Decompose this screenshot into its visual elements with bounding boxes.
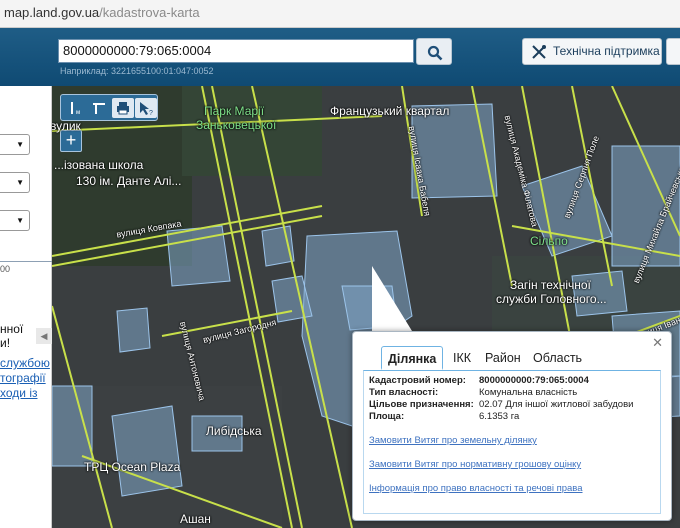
parcel-info-popup: ✕ Ділянка ІКК Район Область Кадастровий … — [352, 331, 672, 521]
select-region[interactable]: ▼ — [0, 134, 30, 155]
map-label: Ашан — [180, 512, 211, 526]
panel-toggle-button[interactable] — [666, 38, 680, 65]
sidebar-link[interactable]: ходи із — [0, 386, 37, 400]
support-button[interactable]: Технічна підтримка — [522, 38, 662, 65]
sidebar-value: 00 — [0, 264, 11, 274]
divider — [0, 261, 52, 262]
map-label: ...ізована школа — [54, 158, 144, 172]
map-label: Загін технічної — [510, 278, 591, 292]
ruler-tool-button[interactable]: м — [64, 98, 86, 118]
select-district[interactable]: ▼ — [0, 172, 30, 193]
print-button[interactable] — [112, 98, 134, 118]
order-extract-parcel-link[interactable]: Замовити Витяг про земельну ділянку — [369, 435, 537, 446]
sidebar-link[interactable]: службою — [0, 356, 50, 370]
close-icon[interactable]: ✕ — [652, 335, 663, 351]
map-label: Французький квартал — [330, 104, 450, 118]
ownership-info-link[interactable]: Інформація про право власності та речові… — [369, 483, 583, 494]
map-label: Сільпо — [530, 234, 568, 248]
sidebar-text: и! — [0, 336, 11, 350]
tab-parcel[interactable]: Ділянка — [381, 346, 444, 370]
print-icon — [117, 102, 129, 115]
search-icon — [427, 45, 443, 61]
ruler-icon: м — [71, 102, 80, 116]
order-extract-valuation-link[interactable]: Замовити Витяг про нормативну грошову оц… — [369, 459, 581, 470]
tools-icon — [532, 45, 546, 59]
search-button[interactable] — [416, 38, 452, 65]
chevron-down-icon: ▼ — [16, 140, 24, 149]
chevron-down-icon: ▼ — [16, 216, 24, 225]
select-locality[interactable]: ▼ — [0, 210, 30, 231]
map-label: 130 ім. Данте Алі... — [76, 174, 182, 188]
sidebar-text: нної — [0, 322, 24, 336]
url-text[interactable]: map.land.gov.ua/kadastrova-karta — [4, 5, 200, 20]
map-toolbar: м ? — [60, 94, 158, 121]
tab-ikk[interactable]: ІКК — [453, 346, 471, 370]
svg-text:м: м — [76, 110, 80, 116]
tab-region[interactable]: Область — [533, 346, 582, 370]
chevron-down-icon: ▼ — [16, 178, 24, 187]
area-measure-icon — [93, 103, 105, 114]
svg-text:?: ? — [149, 110, 153, 117]
parcel-details-panel: Кадастровий номер: 8000000000:79:065:0004… — [363, 370, 661, 514]
cadastral-search-input[interactable]: 8000000000:79:065:0004 — [58, 39, 414, 63]
tab-district[interactable]: Район — [485, 346, 521, 370]
search-hint: Наприклад: 3221655100:01:047:0052 — [60, 66, 214, 76]
top-header: 8000000000:79:065:0004 Наприклад: 322165… — [0, 28, 680, 86]
map-label: Парк Марії — [204, 104, 265, 118]
map-label: ТРЦ Ocean Plaza — [84, 460, 181, 474]
area-tool-button[interactable] — [88, 98, 110, 118]
pointer-question-icon: ? — [140, 102, 153, 117]
sidebar-link[interactable]: тографії — [0, 371, 46, 385]
info-tool-button[interactable]: ? — [135, 98, 157, 118]
map-label: служби Головного... — [496, 292, 607, 306]
sidebar-collapse-button[interactable]: ◀ — [36, 328, 52, 344]
zoom-in-button[interactable]: + — [60, 130, 82, 152]
browser-address-bar[interactable]: map.land.gov.ua/kadastrova-karta — [0, 0, 680, 28]
left-sidebar: ▼ ▼ ▼ ◀ 00 нної и! службою тографії ходи… — [0, 86, 52, 528]
map-label: Либідська — [206, 424, 262, 438]
map-label: Заньковецької — [196, 118, 277, 132]
map-label: вулик — [52, 119, 81, 133]
support-label: Технічна підтримка — [553, 44, 660, 58]
